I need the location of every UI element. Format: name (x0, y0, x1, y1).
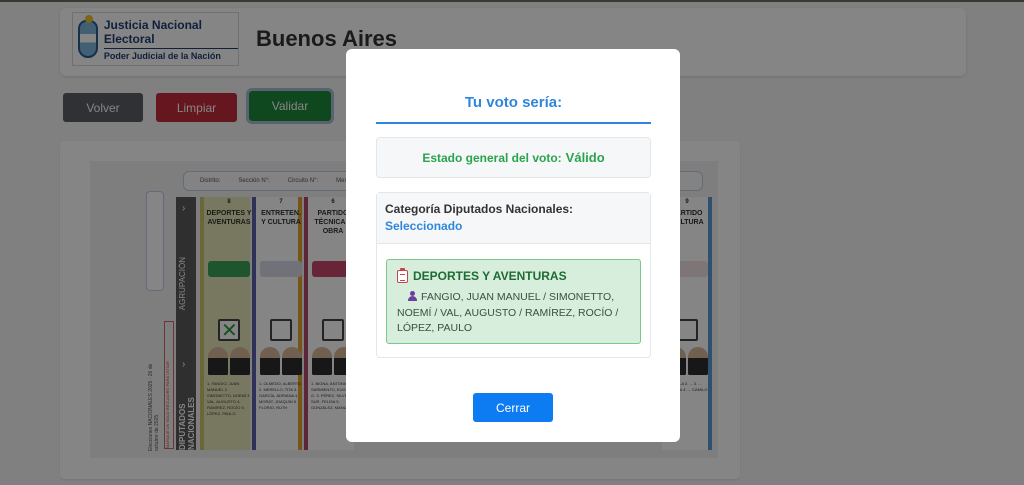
selected-candidates-text: FANGIO, JUAN MANUEL / SIMONETTO, NOEMÍ /… (397, 291, 619, 334)
clipboard-icon (397, 267, 408, 283)
person-icon (407, 291, 417, 301)
close-button[interactable]: Cerrar (473, 393, 553, 422)
category-title: Categoría Diputados Nacionales: (385, 202, 574, 216)
selected-choice: DEPORTES Y AVENTURAS FANGIO, JUAN MANUEL… (386, 259, 641, 344)
vote-status: Estado general del voto: Válido (376, 137, 651, 178)
selected-party-name: DEPORTES Y AVENTURAS (413, 269, 567, 283)
selected-candidates: FANGIO, JUAN MANUEL / SIMONETTO, NOEMÍ /… (397, 290, 630, 337)
vote-status-value: Válido (565, 150, 605, 165)
modal-divider (376, 122, 651, 124)
category-state: Seleccionado (385, 219, 463, 233)
vote-status-label: Estado general del voto: (422, 150, 562, 165)
modal-title: Tu voto sería: (464, 94, 563, 111)
category-card: Categoría Diputados Nacionales: Seleccio… (376, 192, 651, 358)
category-header: Categoría Diputados Nacionales: Seleccio… (377, 193, 650, 244)
vote-summary-modal: Tu voto sería: Estado general del voto: … (346, 49, 680, 442)
